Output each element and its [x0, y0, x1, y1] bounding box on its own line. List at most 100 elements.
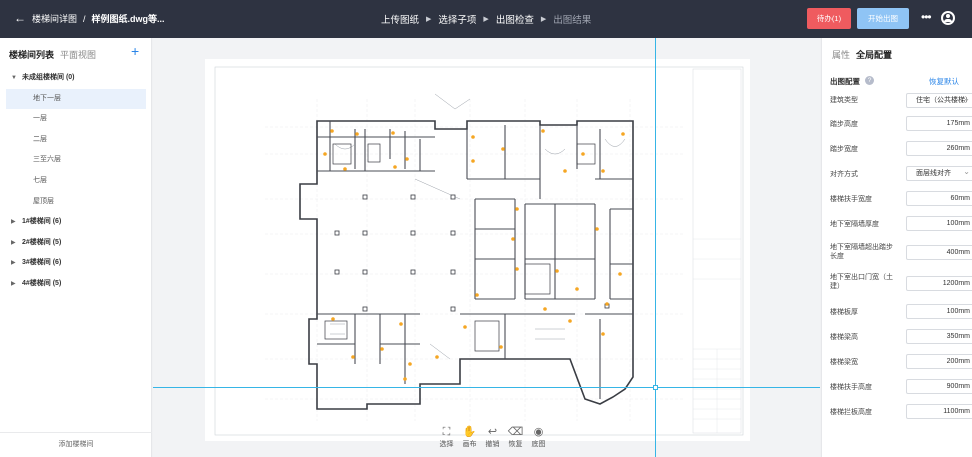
- step-upload[interactable]: 上传图纸: [381, 12, 419, 26]
- handrail-height-input[interactable]: 900mm: [906, 379, 972, 394]
- beam-height-input[interactable]: 350mm: [906, 329, 972, 344]
- prop-label: 踏步高度: [830, 121, 858, 128]
- tab-plan-view[interactable]: 平面视图: [60, 48, 96, 61]
- tree-item-label: 七层: [33, 176, 47, 184]
- prop-label: 地下室出口门宽（土建）: [830, 274, 893, 290]
- prop-label: 踏步宽度: [830, 146, 858, 153]
- tool-base-map[interactable]: ◉ 底图: [528, 424, 549, 456]
- help-icon[interactable]: ?: [865, 76, 874, 85]
- beam-width-input[interactable]: 200mm: [906, 354, 972, 369]
- tree-item-roof[interactable]: 屋顶层: [0, 192, 152, 213]
- add-stair-button[interactable]: 添加楼梯间: [0, 432, 152, 457]
- undo-icon: ↩: [487, 426, 498, 438]
- step-arrow-icon: ▶: [540, 16, 547, 23]
- breadcrumb-separator: /: [83, 13, 86, 24]
- prop-label: 楼梯梁宽: [830, 359, 858, 366]
- tree-group-label: 2#楼梯间 (5): [22, 238, 62, 246]
- step-result[interactable]: 出图结果: [553, 12, 591, 26]
- pending-button[interactable]: 待办(1): [807, 8, 851, 29]
- user-icon[interactable]: [941, 11, 955, 25]
- breadcrumb: 楼梯间详图 / 样例图纸.dwg等...: [32, 12, 165, 25]
- tree-group-label: 1#楼梯间 (6): [22, 218, 62, 226]
- tool-label: 恢复: [508, 441, 523, 448]
- floor-plan-drawing: [214, 66, 744, 436]
- tree-item-b1[interactable]: 地下一层: [6, 88, 146, 110]
- step-arrow-icon: ▶: [483, 16, 489, 23]
- tool-pan[interactable]: ✋ 画布: [459, 424, 480, 456]
- tree-item-label: 地下一层: [33, 94, 61, 102]
- caret-right-icon[interactable]: ▶: [11, 212, 16, 233]
- back-arrow-icon[interactable]: ←: [14, 11, 26, 25]
- plus-icon[interactable]: +: [131, 44, 139, 58]
- hand-icon: ✋: [462, 426, 477, 438]
- right-panel: 属性 全局配置 出图配置 ? 恢复默认 建筑类型 住宅（公共楼梯） 踏步高度 1…: [821, 38, 972, 457]
- tab-global-config[interactable]: 全局配置: [856, 48, 892, 61]
- tool-label: 选择: [439, 441, 454, 448]
- railing-height-input[interactable]: 1100mm: [906, 404, 972, 419]
- tree-group-ungrouped[interactable]: ▼ 未成组楼梯间 (0): [0, 68, 152, 89]
- basement-wall-thickness-input[interactable]: 100mm: [906, 216, 972, 231]
- left-panel: 楼梯间列表 平面视图 + ▼ 未成组楼梯间 (0) 地下一层 一层 二层 三至六…: [0, 38, 152, 457]
- tree-item-1f[interactable]: 一层: [0, 109, 152, 130]
- tree-item-label: 屋顶层: [33, 197, 54, 205]
- tab-stair-list[interactable]: 楼梯间列表: [9, 48, 54, 61]
- right-tabs: 属性 全局配置: [832, 48, 892, 61]
- alignment-select[interactable]: 面层线对齐: [906, 166, 972, 181]
- drawing-canvas[interactable]: ⛶ 选择 ✋ 画布 ↩ 撤销 ⌫ 恢复 ◉ 底图: [153, 38, 820, 457]
- step-check[interactable]: 出图检查: [496, 12, 534, 26]
- tree-item-label: 一层: [33, 115, 47, 123]
- more-icon[interactable]: •••: [921, 11, 932, 23]
- canvas-toolbar: ⛶ 选择 ✋ 画布 ↩ 撤销 ⌫ 恢复 ◉ 底图: [436, 424, 549, 456]
- caret-right-icon[interactable]: ▶: [11, 233, 16, 254]
- top-bar: ← 楼梯间详图 / 样例图纸.dwg等... 上传图纸 ▶ 选择子项 ▶ 出图检…: [0, 0, 972, 38]
- tree-group-3[interactable]: ▶ 3#楼梯间 (6): [0, 253, 152, 274]
- tool-select[interactable]: ⛶ 选择: [436, 424, 457, 456]
- slab-thickness-input[interactable]: 100mm: [906, 304, 972, 319]
- tree-group-1[interactable]: ▶ 1#楼梯间 (6): [0, 212, 152, 233]
- caret-right-icon[interactable]: ▶: [11, 253, 16, 274]
- prop-label: 地下室隔墙厚度: [830, 221, 879, 228]
- step-height-input[interactable]: 175mm: [906, 116, 972, 131]
- tool-label: 撤销: [485, 441, 500, 448]
- select-icon: ⛶: [442, 426, 451, 438]
- tree-group-label: 未成组楼梯间 (0): [22, 74, 75, 81]
- tree-item-label: 二层: [33, 135, 47, 143]
- tree-group-label: 3#楼梯间 (6): [22, 259, 62, 267]
- tree-group-4[interactable]: ▶ 4#楼梯间 (5): [0, 274, 152, 295]
- guide-handle[interactable]: [653, 385, 658, 390]
- building-type-select[interactable]: 住宅（公共楼梯）: [906, 93, 972, 108]
- prop-label: 建筑类型: [830, 97, 858, 104]
- drawing-sheet: [205, 59, 750, 441]
- prop-label: 楼梯拦板高度: [830, 409, 872, 416]
- tool-restore[interactable]: ⌫ 恢复: [505, 424, 526, 456]
- check-markers: [323, 129, 625, 381]
- step-width-input[interactable]: 260mm: [906, 141, 972, 156]
- step-arrow-icon: ▶: [426, 16, 432, 23]
- tree-item-label: 三至六层: [33, 156, 61, 164]
- caret-down-icon[interactable]: ▼: [11, 68, 17, 89]
- tree-item-7f[interactable]: 七层: [0, 171, 152, 192]
- vertical-guide-line[interactable]: [655, 38, 656, 457]
- tool-undo[interactable]: ↩ 撤销: [482, 424, 503, 456]
- start-output-button[interactable]: 开始出图: [857, 8, 909, 29]
- tool-label: 画布: [462, 441, 477, 448]
- caret-right-icon[interactable]: ▶: [11, 274, 16, 295]
- tool-label: 底图: [531, 441, 546, 448]
- step-indicator: 上传图纸 ▶ 选择子项 ▶ 出图检查 ▶ 出图结果: [381, 12, 591, 26]
- tree-group-2[interactable]: ▶ 2#楼梯间 (5): [0, 233, 152, 254]
- basement-door-width-input[interactable]: 1200mm: [906, 276, 972, 291]
- restore-icon: ⌫: [507, 426, 524, 438]
- reset-default-link[interactable]: 恢复默认: [929, 76, 959, 87]
- handrail-width-input[interactable]: 60mm: [906, 191, 972, 206]
- step-select[interactable]: 选择子项: [438, 12, 476, 26]
- section-title: 出图配置: [830, 77, 860, 86]
- prop-label: 楼梯梁高: [830, 334, 858, 341]
- stair-tree: ▼ 未成组楼梯间 (0) 地下一层 一层 二层 三至六层 七层 屋顶层 ▶ 1#…: [0, 68, 152, 295]
- tree-item-2f[interactable]: 二层: [0, 130, 152, 151]
- basement-wall-extend-input[interactable]: 400mm: [906, 245, 972, 260]
- horizontal-guide-line[interactable]: [153, 387, 820, 388]
- tree-item-3-6f[interactable]: 三至六层: [0, 150, 152, 171]
- tree-group-label: 4#楼梯间 (5): [22, 279, 62, 287]
- breadcrumb-root[interactable]: 楼梯间详图: [32, 12, 77, 25]
- tab-properties[interactable]: 属性: [832, 48, 850, 61]
